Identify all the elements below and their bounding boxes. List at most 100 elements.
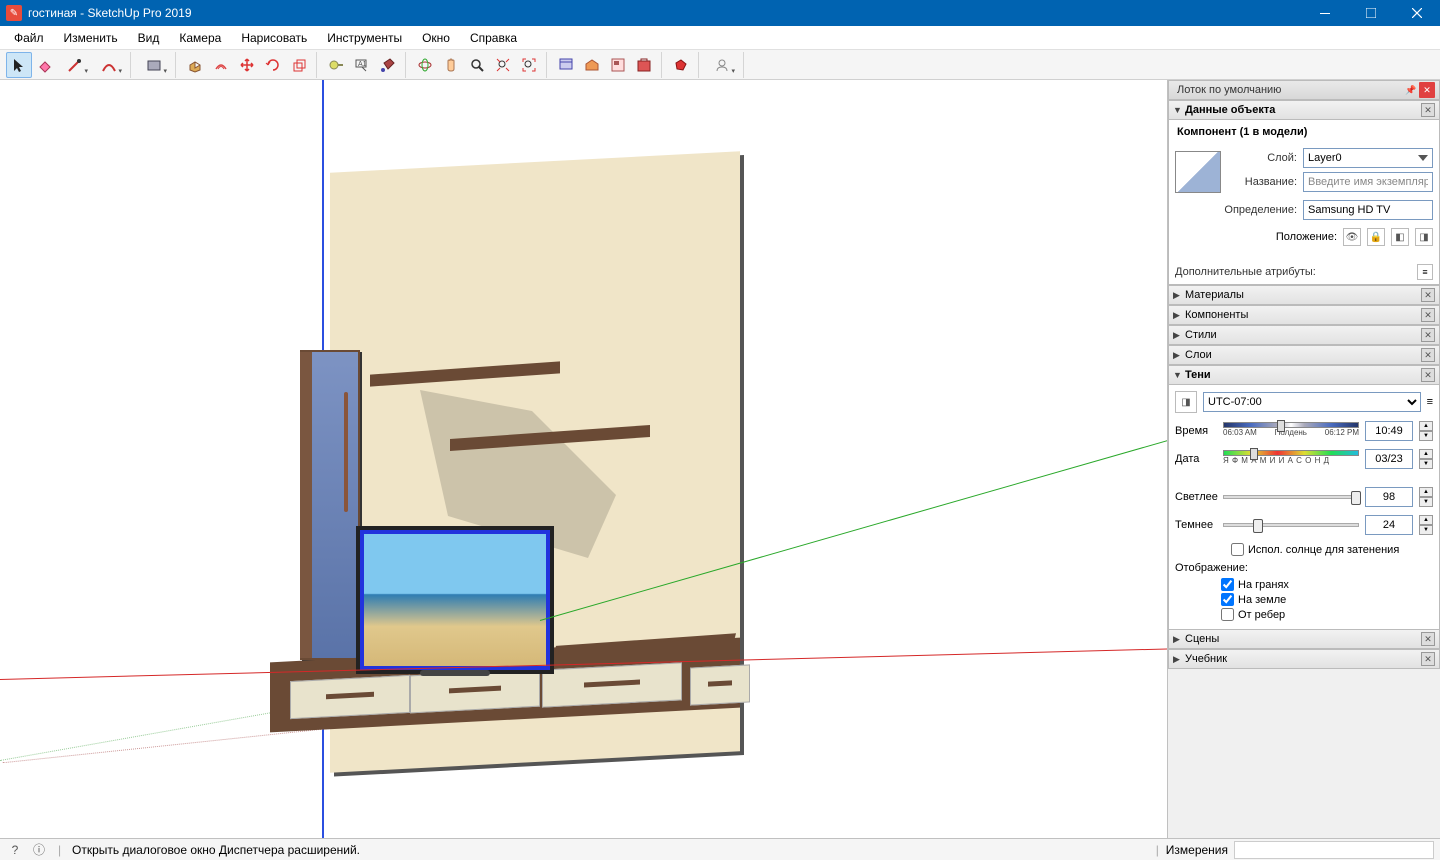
spin-up-icon[interactable]: ▲ [1419, 515, 1433, 525]
toggle-visible-icon[interactable]: 👁 [1343, 228, 1361, 246]
menu-tools[interactable]: Инструменты [317, 26, 412, 49]
minimize-button[interactable] [1302, 0, 1348, 26]
sun-shading-checkbox[interactable] [1231, 543, 1244, 556]
selected-tv-component[interactable] [360, 530, 550, 670]
menu-draw[interactable]: Нарисовать [231, 26, 317, 49]
menu-file[interactable]: Файл [4, 26, 54, 49]
time-input[interactable] [1365, 421, 1413, 441]
light-input[interactable] [1365, 487, 1413, 507]
viewport-3d[interactable] [0, 80, 1168, 838]
ground-checkbox[interactable] [1221, 593, 1234, 606]
shadows-toggle-icon[interactable]: ◨ [1175, 391, 1197, 413]
select-tool[interactable] [6, 52, 32, 78]
rotate-tool[interactable] [260, 52, 286, 78]
close-icon[interactable]: ✕ [1421, 652, 1435, 666]
help-icon[interactable]: ? [6, 841, 24, 859]
paint-tool[interactable] [375, 52, 401, 78]
window-title: гостиная - SketchUp Pro 2019 [28, 6, 1302, 20]
close-icon[interactable]: ✕ [1421, 328, 1435, 342]
maximize-button[interactable] [1348, 0, 1394, 26]
text-tool[interactable]: A1 [349, 52, 375, 78]
close-icon[interactable]: ✕ [1421, 308, 1435, 322]
user-tool[interactable] [705, 52, 739, 78]
spin-down-icon[interactable]: ▼ [1419, 459, 1433, 469]
extra-attributes-label: Дополнительные атрибуты: [1175, 266, 1316, 278]
zoom-tool[interactable] [464, 52, 490, 78]
section-entity-info[interactable]: ▼Данные объекта✕ [1168, 100, 1440, 120]
measurements-input[interactable] [1234, 841, 1434, 859]
close-icon[interactable]: ✕ [1421, 632, 1435, 646]
menu-window[interactable]: Окно [412, 26, 460, 49]
close-icon[interactable]: ✕ [1421, 348, 1435, 362]
orbit-tool[interactable] [412, 52, 438, 78]
menu-edit[interactable]: Изменить [54, 26, 128, 49]
date-label: Дата [1175, 453, 1217, 465]
edges-checkbox[interactable] [1221, 608, 1234, 621]
move-tool[interactable] [234, 52, 260, 78]
section-materials[interactable]: ▶Материалы✕ [1168, 285, 1440, 305]
info-icon[interactable]: ⓘ [30, 841, 48, 859]
layout-tool[interactable] [605, 52, 631, 78]
timezone-select[interactable]: UTC-07:00 [1203, 392, 1421, 412]
spin-down-icon[interactable]: ▼ [1419, 525, 1433, 535]
menu-view[interactable]: Вид [128, 26, 170, 49]
definition-input[interactable] [1303, 200, 1433, 220]
section-components[interactable]: ▶Компоненты✕ [1168, 305, 1440, 325]
extensions-warehouse-tool[interactable] [631, 52, 657, 78]
section-tutor[interactable]: ▶Учебник✕ [1168, 649, 1440, 669]
menu-camera[interactable]: Камера [169, 26, 231, 49]
tray-title-label: Лоток по умолчанию [1177, 84, 1281, 96]
close-icon[interactable]: ✕ [1421, 288, 1435, 302]
tape-tool[interactable] [323, 52, 349, 78]
instance-name-input[interactable] [1303, 172, 1433, 192]
light-slider[interactable] [1223, 495, 1359, 499]
expand-attributes-icon[interactable]: ≡ [1417, 264, 1433, 280]
zoom-window-tool[interactable] [516, 52, 542, 78]
close-icon[interactable]: ✕ [1419, 82, 1435, 98]
spin-down-icon[interactable]: ▼ [1419, 431, 1433, 441]
spin-down-icon[interactable]: ▼ [1419, 497, 1433, 507]
default-tray: Лоток по умолчанию 📌 ✕ ▼Данные объекта✕ … [1168, 80, 1440, 838]
section-shadows[interactable]: ▼Тени✕ [1168, 365, 1440, 385]
model-wall-unit[interactable] [290, 150, 750, 760]
section-layers[interactable]: ▶Слои✕ [1168, 345, 1440, 365]
date-input[interactable] [1365, 449, 1413, 469]
pan-tool[interactable] [438, 52, 464, 78]
line-tool[interactable] [58, 52, 92, 78]
time-slider[interactable]: 06:03 AMПолдень06:12 PM [1223, 422, 1359, 440]
close-icon[interactable]: ✕ [1421, 103, 1435, 117]
date-slider[interactable]: Я Ф М А М И И А С О Н Д [1223, 450, 1359, 468]
section-styles[interactable]: ▶Стили✕ [1168, 325, 1440, 345]
pin-icon[interactable]: 📌 [1403, 82, 1419, 98]
close-button[interactable] [1394, 0, 1440, 26]
toggle-lock-icon[interactable]: 🔒 [1367, 228, 1385, 246]
toggle-shadows-icon[interactable]: ◧ [1391, 228, 1409, 246]
dark-slider[interactable] [1223, 523, 1359, 527]
pushpull-tool[interactable] [182, 52, 208, 78]
zoom-extents-tool[interactable] [490, 52, 516, 78]
shadows-detail-icon[interactable]: ≡ [1427, 396, 1433, 408]
close-icon[interactable]: ✕ [1421, 368, 1435, 382]
menu-help[interactable]: Справка [460, 26, 527, 49]
scale-tool[interactable] [286, 52, 312, 78]
dark-input[interactable] [1365, 515, 1413, 535]
faces-checkbox[interactable] [1221, 578, 1234, 591]
titlebar: ✎ гостиная - SketchUp Pro 2019 [0, 0, 1440, 26]
spin-up-icon[interactable]: ▲ [1419, 449, 1433, 459]
position-label: Положение: [1225, 231, 1337, 243]
arc-tool[interactable] [92, 52, 126, 78]
rectangle-tool[interactable] [137, 52, 171, 78]
spin-up-icon[interactable]: ▲ [1419, 421, 1433, 431]
ruby-tool[interactable] [668, 52, 694, 78]
3dwarehouse-tool[interactable] [579, 52, 605, 78]
component-tool[interactable] [553, 52, 579, 78]
spin-up-icon[interactable]: ▲ [1419, 487, 1433, 497]
section-scenes[interactable]: ▶Сцены✕ [1168, 629, 1440, 649]
layer-select[interactable]: Layer0 [1303, 148, 1433, 168]
tray-titlebar[interactable]: Лоток по умолчанию 📌 ✕ [1168, 80, 1440, 100]
eraser-tool[interactable] [32, 52, 58, 78]
toggle-cast-icon[interactable]: ◨ [1415, 228, 1433, 246]
offset-tool[interactable] [208, 52, 234, 78]
name-label: Название: [1227, 176, 1297, 188]
definition-label: Определение: [1175, 204, 1297, 216]
